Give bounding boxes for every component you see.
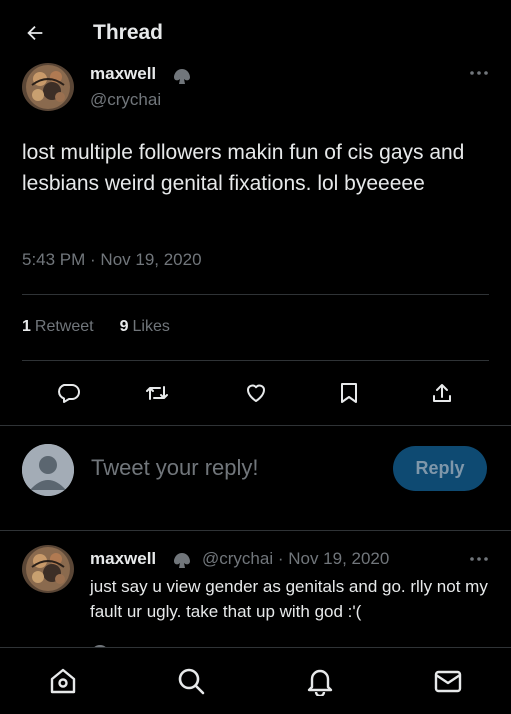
retweet-icon [146,386,168,400]
page-title: Thread [93,21,164,44]
reply-author-avatar[interactable] [22,545,74,593]
like-stat[interactable]: 9 Likes [120,318,170,336]
more-horizontal-icon [470,71,488,75]
reply-button[interactable] [48,373,88,413]
author-avatar[interactable] [22,63,74,111]
lock-icon [172,552,192,575]
nav-notifications[interactable] [303,664,337,698]
nav-messages[interactable] [431,664,465,698]
bookmark-button[interactable] [329,373,369,413]
arrow-left-icon [27,25,43,41]
tweet-timestamp[interactable]: 5:43 PM · Nov 19, 2020 [22,250,202,270]
more-horizontal-icon [470,557,488,561]
notifications-icon [307,669,333,696]
nav-search[interactable] [174,664,208,698]
author-name[interactable]: maxwell [90,64,156,84]
tweet-text: lost multiple followers makin fun of cis… [22,141,465,195]
share-icon [433,384,451,402]
nav-home[interactable] [46,664,80,698]
retweet-button[interactable] [137,373,177,413]
home-icon [50,668,76,694]
retweet-stat[interactable]: 1 Retweet [22,318,94,336]
like-button[interactable] [236,373,276,413]
reply-input[interactable]: Tweet your reply! [91,455,259,481]
more-options-button[interactable] [465,64,493,82]
lock-icon [172,68,192,91]
tweet-stats: 1 Retweet 9 Likes [22,318,170,336]
bookmark-icon [341,383,357,403]
divider [0,530,511,531]
divider [22,360,489,361]
author-handle[interactable]: @crychai [90,90,161,110]
reply-more-options-button[interactable] [465,550,493,568]
thread-header: Thread [0,0,511,62]
messages-icon [434,670,462,693]
search-icon [178,668,205,695]
reply-author-name[interactable]: maxwell [90,549,156,569]
heart-icon [247,384,265,402]
reply-meta[interactable]: @crychai · Nov 19, 2020 [202,549,389,569]
tweet-actions [22,373,489,413]
user-avatar [22,444,74,496]
divider [0,425,511,426]
divider [22,294,489,295]
reply-text: just say u view gender as genitals and g… [90,577,488,621]
bottom-navigation [0,647,511,714]
share-button[interactable] [422,373,462,413]
comment-icon [58,384,80,403]
back-button[interactable] [20,18,50,48]
reply-submit-button[interactable]: Reply [393,446,487,491]
